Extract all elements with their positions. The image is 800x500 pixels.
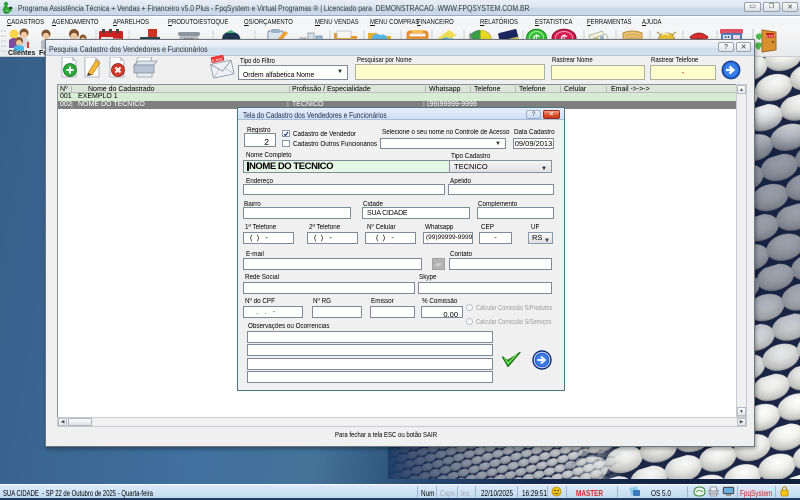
svg-text:EXIT: EXIT — [766, 35, 775, 39]
